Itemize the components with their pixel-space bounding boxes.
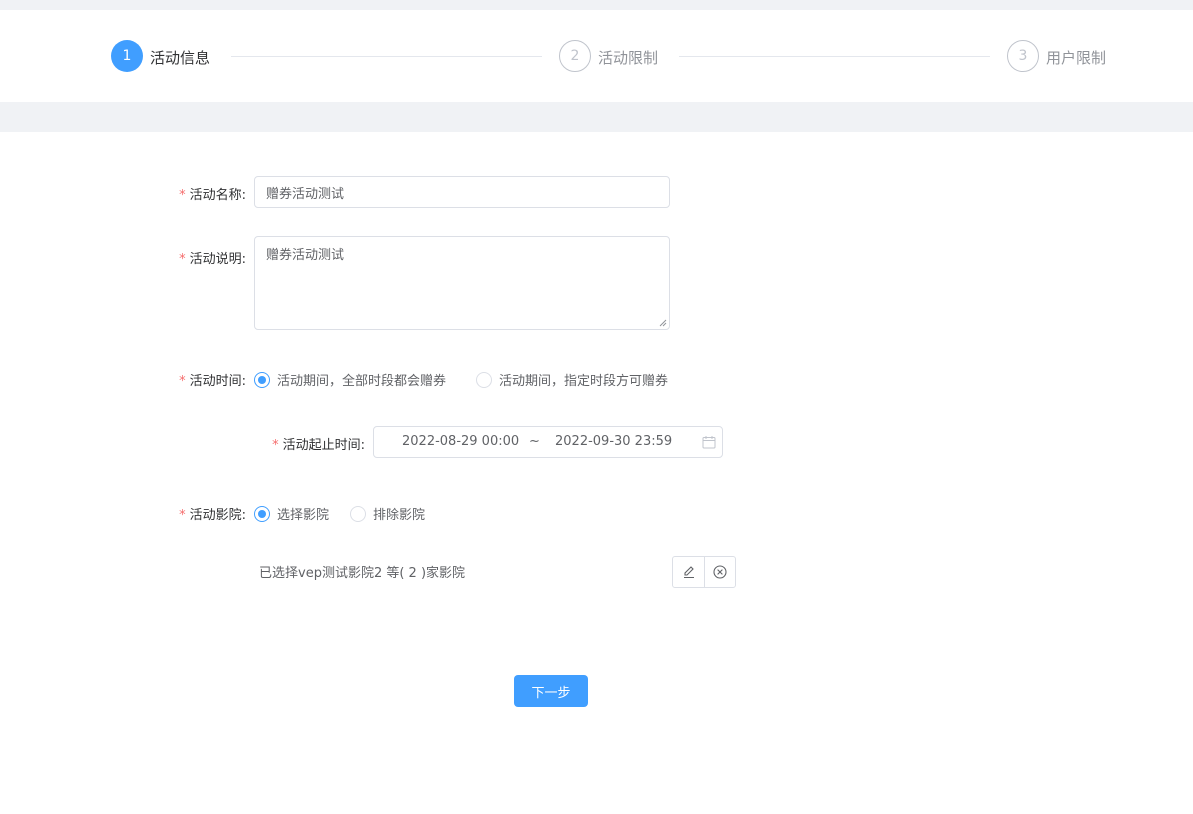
resize-grip-icon[interactable] xyxy=(659,319,667,327)
date-range-separator: ~ xyxy=(529,434,540,449)
time-option-specified[interactable]: 活动期间，指定时段方可赠券 xyxy=(476,370,668,389)
activity-description-textarea[interactable]: 赠券活动测试 xyxy=(254,236,670,330)
edit-icon xyxy=(683,566,694,579)
cinema-action-buttons xyxy=(672,556,736,588)
steps-panel: 1 活动信息 2 活动限制 3 用户限制 xyxy=(0,10,1193,102)
date-range-label: * 活动起止时间: xyxy=(272,434,365,453)
next-step-button[interactable]: 下一步 xyxy=(514,675,588,707)
required-mark: * xyxy=(179,374,186,389)
date-range-label-text: 活动起止时间: xyxy=(282,438,365,453)
radio-unchecked-icon[interactable] xyxy=(350,505,366,522)
step-1-circle: 1 xyxy=(111,40,143,72)
calendar-icon[interactable] xyxy=(702,435,716,449)
step-2-circle: 2 xyxy=(559,40,591,72)
radio-checked-icon[interactable] xyxy=(254,371,270,388)
date-range-start[interactable]: 2022-08-29 00:00 xyxy=(402,427,519,457)
clear-cinema-button[interactable] xyxy=(704,557,735,587)
activity-cinema-label: * 活动影院: xyxy=(179,504,246,523)
step-3-number: 3 xyxy=(1018,48,1028,64)
step-connector-2 xyxy=(679,56,990,57)
required-mark: * xyxy=(179,252,186,267)
radio-checked-icon[interactable] xyxy=(254,505,270,522)
date-range-end[interactable]: 2022-09-30 23:59 xyxy=(555,427,672,457)
activity-cinema-label-text: 活动影院: xyxy=(189,508,246,523)
cinema-option-select[interactable]: 选择影院 xyxy=(254,504,329,523)
step-1-title: 活动信息 xyxy=(150,49,211,67)
step-3-title: 用户限制 xyxy=(1046,49,1107,67)
top-strip xyxy=(0,0,1193,10)
activity-name-value: 赠券活动测试 xyxy=(266,186,345,202)
edit-cinema-button[interactable] xyxy=(673,557,704,587)
required-mark: * xyxy=(179,188,186,203)
selected-cinema-summary: 已选择vep测试影院2 等( 2 )家影院 xyxy=(259,566,466,581)
circle-close-icon xyxy=(713,565,727,579)
cinema-option-exclude-label: 排除影院 xyxy=(373,508,426,523)
time-option-all[interactable]: 活动期间，全部时段都会赠券 xyxy=(254,370,446,389)
activity-description-label: * 活动说明: xyxy=(179,248,246,267)
required-mark: * xyxy=(272,438,279,453)
activity-name-label-text: 活动名称: xyxy=(189,188,246,203)
radio-unchecked-icon[interactable] xyxy=(476,371,492,388)
activity-time-label-text: 活动时间: xyxy=(189,374,246,389)
time-option-specified-label: 活动期间，指定时段方可赠券 xyxy=(499,374,669,389)
step-1-number: 1 xyxy=(122,48,132,64)
activity-name-label: * 活动名称: xyxy=(179,184,246,203)
activity-description-value: 赠券活动测试 xyxy=(266,248,345,263)
activity-name-input[interactable]: 赠券活动测试 xyxy=(254,176,670,208)
step-2-number: 2 xyxy=(570,48,580,64)
step-2-title: 活动限制 xyxy=(598,49,659,67)
step-3-circle: 3 xyxy=(1007,40,1039,72)
step-connector-1 xyxy=(231,56,542,57)
section-divider xyxy=(0,102,1193,132)
cinema-option-exclude[interactable]: 排除影院 xyxy=(350,504,425,523)
date-range-picker[interactable]: 2022-08-29 00:00 ~ 2022-09-30 23:59 xyxy=(373,426,723,458)
cinema-option-select-label: 选择影院 xyxy=(277,508,330,523)
activity-time-label: * 活动时间: xyxy=(179,370,246,389)
activity-description-label-text: 活动说明: xyxy=(189,252,246,267)
time-option-all-label: 活动期间，全部时段都会赠券 xyxy=(277,374,447,389)
required-mark: * xyxy=(179,508,186,523)
